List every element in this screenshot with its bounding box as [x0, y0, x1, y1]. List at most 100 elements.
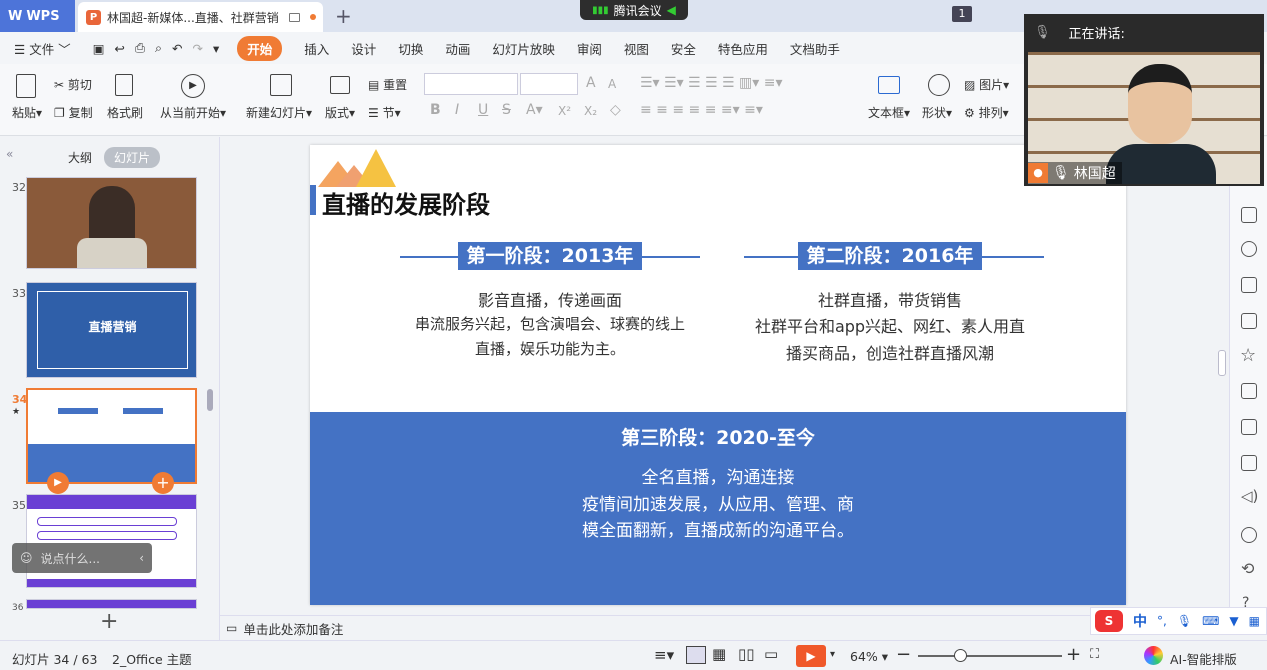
chat-input[interactable]: ☺ 说点什么... ‹ — [12, 543, 152, 573]
ime-skin-icon[interactable]: ▼ — [1229, 614, 1238, 628]
menu-home[interactable]: 开始 — [237, 35, 283, 61]
layout-button[interactable]: 版式▾ — [325, 104, 355, 121]
picture-button[interactable]: ▨ 图片▾ — [964, 76, 1009, 93]
shape-button[interactable]: 形状▾ — [922, 104, 952, 121]
menu-review[interactable]: 审阅 — [577, 39, 602, 58]
slide-thumbnail-32[interactable] — [26, 177, 197, 269]
slide-thumbnail-33[interactable]: 直播营销 — [26, 282, 197, 378]
archive-icon[interactable] — [1241, 383, 1257, 399]
star-icon[interactable]: ☆ — [1240, 345, 1256, 366]
slide-canvas[interactable]: 直播的发展阶段 第一阶段：2013年 影音直播，传递画面 串流服务兴起，包含演唱… — [310, 145, 1126, 605]
zoom-slider-thumb[interactable] — [954, 649, 967, 662]
image-icon[interactable] — [1241, 455, 1257, 471]
slide-thumbnail-35[interactable] — [26, 494, 197, 588]
bold-button[interactable]: B — [430, 102, 441, 118]
reset-button[interactable]: ▤ 重置 — [368, 76, 407, 93]
ime-punct-icon[interactable]: °, — [1157, 614, 1167, 628]
slide-switch-icon[interactable] — [1241, 207, 1257, 223]
document-tab[interactable]: P 林国超-新媒体...直播、社群营销 — [78, 2, 323, 32]
section-button[interactable]: ☰ 节▾ — [368, 104, 401, 121]
ime-grid-icon[interactable]: ▦ — [1249, 614, 1260, 628]
thumbnail-scrollbar[interactable] — [207, 389, 213, 411]
sound-icon[interactable]: ◁) — [1241, 487, 1258, 505]
font-shrink-button[interactable]: A — [608, 77, 616, 91]
chat-expand-icon[interactable]: ‹ — [139, 551, 144, 565]
font-color-button[interactable]: A▾ — [526, 102, 543, 118]
play-slide-button[interactable]: ▶ — [47, 472, 69, 494]
menu-special-apps[interactable]: 特色应用 — [718, 39, 768, 58]
superscript-button[interactable]: X² — [558, 104, 571, 118]
copy-button[interactable]: ❐ 复制 — [54, 104, 93, 121]
zoom-in-button[interactable]: + — [1066, 644, 1081, 665]
add-slide-circle-button[interactable]: + — [152, 472, 174, 494]
clear-format-icon[interactable]: ◇ — [610, 102, 621, 118]
camera-icon[interactable]: ▭ — [764, 645, 778, 663]
undo-history-icon[interactable]: ↩ — [115, 41, 125, 56]
slide-thumbnail-34-selected[interactable] — [26, 388, 197, 484]
menu-security[interactable]: 安全 — [671, 39, 696, 58]
slideshow-dropdown-icon[interactable]: ▾ — [830, 649, 835, 660]
quick-access-dropdown-icon[interactable]: ▾ — [213, 41, 219, 56]
italic-button[interactable]: I — [455, 102, 459, 118]
play-slideshow-button[interactable]: ▶ — [796, 645, 826, 667]
meeting-video-window[interactable]: 🎙 正在讲话: ● 🎙 林国超 — [1024, 14, 1264, 186]
align-buttons[interactable]: ≡ ≡ ≡ ≡ ≡ ≡▾ ≡▾ — [640, 102, 763, 118]
zoom-slider-track[interactable] — [918, 655, 1062, 657]
slide-sorter-icon[interactable]: ▦ — [712, 645, 726, 663]
add-slide-button[interactable]: + — [100, 609, 118, 634]
textbox-button[interactable]: 文本框▾ — [868, 104, 910, 121]
reading-view-icon[interactable]: ▯▯ — [738, 645, 755, 663]
from-current-button[interactable]: 从当前开始▾ — [160, 104, 226, 121]
notes-bar[interactable]: ▭ 单击此处添加备注 — [220, 615, 1229, 640]
slide-scrollbar[interactable] — [1218, 350, 1226, 376]
ime-mic-icon[interactable]: 🎙 — [1177, 614, 1192, 628]
menu-slideshow[interactable]: 幻灯片放映 — [492, 39, 555, 58]
window-number-badge[interactable]: 1 — [952, 6, 972, 22]
wps-home-tab[interactable]: W WPS — [0, 0, 75, 32]
add-tab-button[interactable]: + — [335, 4, 352, 28]
tab-slides[interactable]: 幻灯片 — [104, 147, 161, 168]
collapse-panel-icon[interactable]: « — [6, 147, 13, 161]
new-slide-button[interactable]: 新建幻灯片▾ — [246, 104, 312, 121]
subscript-button[interactable]: X₂ — [584, 104, 597, 118]
underline-button[interactable]: U — [478, 102, 488, 118]
zoom-level[interactable]: 64% ▾ — [850, 649, 888, 664]
cut-button[interactable]: ✂ 剪切 — [54, 76, 92, 93]
print-preview-icon[interactable]: ⌕ — [155, 40, 162, 56]
menu-view[interactable]: 视图 — [624, 39, 649, 58]
tab-outline[interactable]: 大纲 — [68, 149, 92, 166]
ime-keyboard-icon[interactable]: ⌨ — [1202, 614, 1219, 628]
fit-window-icon[interactable]: ⛶ — [1090, 647, 1099, 662]
format-painter-button[interactable]: 格式刷 — [107, 104, 143, 121]
meeting-badge[interactable]: ▮▮▮ 腾讯会议 ◀ — [580, 0, 688, 20]
strikethrough-button[interactable]: S — [502, 102, 511, 118]
menu-insert[interactable]: 插入 — [304, 39, 329, 58]
shape-tool-icon[interactable] — [1241, 241, 1257, 257]
normal-view-icon[interactable] — [686, 646, 706, 664]
ime-toolbar[interactable]: S 中 °, 🎙 ⌨ ▼ ▦ — [1090, 607, 1267, 635]
share-icon[interactable] — [1241, 419, 1257, 435]
print-icon[interactable]: ⎙ — [135, 40, 145, 56]
bullets-button[interactable]: ☰▾ ☰▾ ☰ ☰ ☰ ▥▾ ≡▾ — [640, 75, 783, 91]
history-icon[interactable]: ⟲ — [1241, 559, 1254, 578]
slide-thumbnail-36[interactable] — [26, 599, 197, 609]
font-grow-button[interactable]: A — [586, 75, 596, 91]
arrange-button[interactable]: ⚙ 排列▾ — [964, 104, 1009, 121]
menu-file[interactable]: ☰ 文件 ﹀ — [14, 39, 71, 58]
menu-design[interactable]: 设计 — [351, 39, 376, 58]
undo-icon[interactable]: ↶ — [172, 41, 182, 56]
ai-layout-button[interactable]: AI-智能排版 — [1170, 649, 1237, 668]
zoom-out-button[interactable]: − — [896, 644, 911, 665]
shield-icon[interactable] — [1241, 527, 1257, 543]
menu-doc-assistant[interactable]: 文档助手 — [790, 39, 840, 58]
emoji-icon[interactable]: ☺ — [20, 551, 33, 565]
menu-transitions[interactable]: 切换 — [398, 39, 423, 58]
font-size-select[interactable] — [520, 73, 578, 95]
menu-animation[interactable]: 动画 — [445, 39, 470, 58]
redo-icon[interactable]: ↷ — [193, 41, 203, 56]
font-family-select[interactable] — [424, 73, 518, 95]
save-icon[interactable]: ▣ — [93, 41, 105, 56]
picture-tool-icon[interactable] — [1241, 313, 1257, 329]
notes-toggle-icon[interactable]: ≡▾ — [654, 646, 674, 664]
settings-sliders-icon[interactable] — [1241, 277, 1257, 293]
